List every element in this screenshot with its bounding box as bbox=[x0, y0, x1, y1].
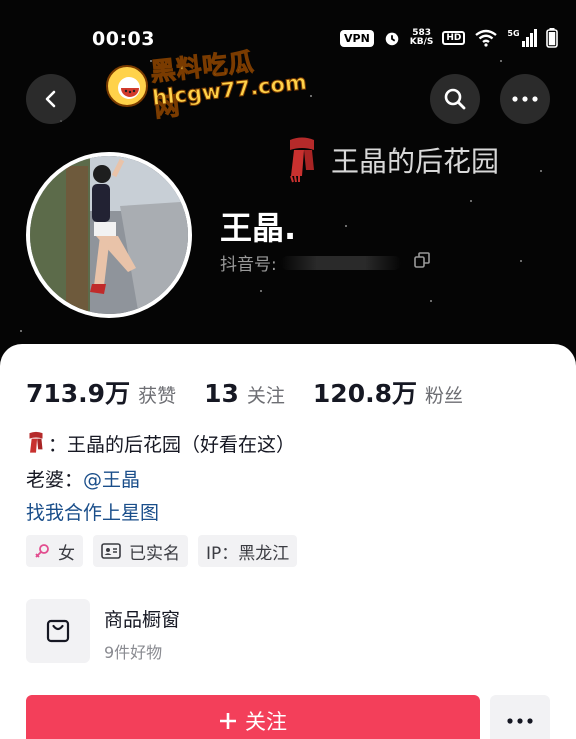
bio-text-2: 老婆： bbox=[26, 469, 84, 491]
net-speed-unit: KB/S bbox=[409, 37, 434, 47]
avatar-photo bbox=[30, 156, 188, 314]
douyin-id-label: 抖音号: bbox=[220, 255, 277, 275]
cooperation-link[interactable]: 找我合作上星图 bbox=[26, 498, 159, 525]
background-star bbox=[540, 170, 542, 172]
douyin-id-redacted bbox=[280, 255, 401, 270]
shop-icon-box bbox=[26, 599, 90, 663]
verified-label: 已实名 bbox=[129, 543, 180, 564]
net-speed: 583 KB/S bbox=[410, 29, 434, 47]
ip-tag: IP：黑龙江 bbox=[198, 535, 298, 567]
plus-icon bbox=[220, 713, 236, 729]
stat-likes-label: 获赞 bbox=[138, 385, 177, 407]
stat-followers-value: 120.8万 bbox=[312, 379, 417, 408]
stat-following[interactable]: 13 关注 bbox=[204, 379, 285, 408]
follow-label: 关注 bbox=[245, 710, 287, 734]
bio-line-3: 找我合作上星图 bbox=[26, 498, 159, 525]
profile-tags: 女 已实名 IP：黑龙江 bbox=[26, 535, 298, 567]
more-dots-icon bbox=[507, 718, 533, 724]
stat-likes[interactable]: 713.9万 获赞 bbox=[26, 374, 176, 410]
shop-subtitle: 9件好物 bbox=[104, 643, 163, 662]
background-star bbox=[500, 60, 502, 62]
avatar[interactable] bbox=[26, 152, 192, 318]
back-button[interactable] bbox=[26, 74, 76, 124]
status-bar: 00:03 VPN 583 KB/S HD 5G bbox=[0, 24, 576, 54]
background-title-text: 王晶的后花园 bbox=[331, 145, 500, 178]
stat-likes-value: 713.9万 bbox=[26, 379, 131, 408]
search-button[interactable] bbox=[430, 74, 480, 124]
scarf-icon bbox=[29, 431, 43, 453]
bio-line-1: ：王晶的后花园（好看在这） bbox=[26, 430, 295, 457]
battery-icon bbox=[545, 28, 558, 48]
hd-badge: HD bbox=[442, 31, 466, 45]
more-options-button[interactable] bbox=[500, 74, 550, 124]
shop-title: 商品橱窗 bbox=[104, 609, 181, 631]
stats-row: 713.9万 获赞 13 关注 120.8万 粉丝 bbox=[26, 374, 463, 410]
follow-button[interactable]: 关注 bbox=[26, 695, 480, 739]
gender-tag: 女 bbox=[26, 535, 83, 567]
network-type: 5G bbox=[507, 29, 520, 38]
scarf-icon bbox=[290, 137, 314, 183]
alarm-icon bbox=[385, 32, 399, 46]
cell-signal-icon: 5G bbox=[507, 29, 537, 47]
shop-window-entry[interactable]: 商品橱窗 9件好物 bbox=[26, 599, 406, 663]
vpn-badge: VPN bbox=[340, 29, 374, 47]
copy-icon[interactable] bbox=[414, 252, 430, 268]
wifi-icon bbox=[475, 29, 498, 47]
background-star bbox=[260, 290, 262, 292]
mention-link[interactable]: @王晶 bbox=[83, 465, 140, 492]
background-star bbox=[520, 260, 522, 262]
more-dots-icon bbox=[512, 96, 538, 102]
stat-followers[interactable]: 120.8万 粉丝 bbox=[313, 374, 463, 410]
female-icon bbox=[35, 544, 49, 558]
watermelon-logo-icon bbox=[106, 65, 148, 107]
profile-name: 王晶. bbox=[220, 209, 297, 247]
stat-following-value: 13 bbox=[204, 379, 239, 408]
shopping-bag-icon bbox=[46, 619, 70, 643]
stat-followers-label: 粉丝 bbox=[424, 385, 463, 407]
background-star bbox=[20, 330, 22, 332]
bio-line-2: 老婆： @王晶 bbox=[26, 465, 140, 492]
gender-label: 女 bbox=[58, 543, 75, 564]
background-star bbox=[470, 200, 472, 202]
background-star bbox=[310, 95, 312, 97]
search-icon bbox=[444, 88, 466, 110]
chevron-left-icon bbox=[45, 90, 56, 108]
douyin-id: 抖音号: bbox=[220, 250, 401, 275]
status-icons: VPN 583 KB/S HD 5G bbox=[340, 28, 558, 48]
background-title: 王晶的后花园 bbox=[285, 136, 499, 184]
id-card-icon bbox=[101, 543, 121, 559]
stat-following-label: 关注 bbox=[246, 385, 285, 407]
watermark-logo: 黑料吃瓜网 hlcgw77.com bbox=[104, 44, 308, 124]
verified-tag: 已实名 bbox=[93, 535, 188, 567]
ip-label: IP：黑龙江 bbox=[206, 543, 290, 564]
bio-text-1: ：王晶的后花园（好看在这） bbox=[48, 434, 296, 456]
background-star bbox=[430, 300, 432, 302]
more-actions-button[interactable] bbox=[490, 695, 550, 739]
background-star bbox=[345, 225, 347, 227]
